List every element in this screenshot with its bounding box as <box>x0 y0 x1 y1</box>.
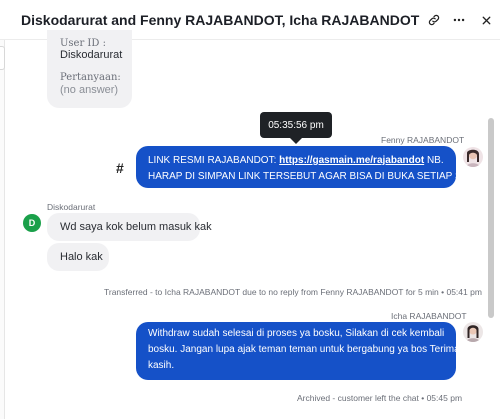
prechat-form-card: User ID : Diskodarurat Pertanyaan: (no a… <box>47 30 132 108</box>
link-icon[interactable] <box>424 10 444 30</box>
message-text: NB. <box>424 155 444 166</box>
tooltip-arrow <box>290 138 302 144</box>
collapse-handle[interactable] <box>0 46 5 70</box>
user-id-label: User ID : <box>60 38 106 49</box>
scrollbar[interactable] <box>482 40 500 419</box>
customer-message-bubble: Wd saya kok belum masuk kak <box>47 213 212 241</box>
system-message-transferred: Transferred - to Icha RAJABANDOT due to … <box>104 287 482 297</box>
user-id-value: Diskodarurat <box>60 49 123 61</box>
message-line: HARAP DI SIMPAN LINK TERSEBUT AGAR BISA … <box>148 171 482 182</box>
message-line: bosku. Jangan lupa ajak teman teman untu… <box>148 344 460 355</box>
agent-avatar <box>463 147 483 167</box>
message-line: kasih. <box>148 360 175 371</box>
agent-message-bubble: Withdraw sudah selesai di proses ya bosk… <box>136 322 460 380</box>
agent-avatar <box>463 322 483 342</box>
agent-message-bubble: LINK RESMI RAJABANDOT: https://gasmain.m… <box>136 146 482 188</box>
close-icon[interactable] <box>476 10 496 30</box>
sender-name: Icha RAJABANDOT <box>391 311 467 321</box>
sender-name: Fenny RAJABANDOT <box>381 135 465 145</box>
question-label: Pertanyaan: <box>60 72 121 83</box>
timestamp-tooltip: 05:35:56 pm <box>260 112 332 138</box>
scrollbar-thumb[interactable] <box>488 118 494 318</box>
system-message-archived: Archived - customer left the chat • 05:4… <box>297 393 463 403</box>
message-link[interactable]: https://gasmain.me/rajabandot <box>279 155 424 166</box>
sender-name: Diskodarurat <box>47 202 96 212</box>
more-horizontal-icon[interactable] <box>449 10 469 30</box>
question-value: (no answer) <box>60 84 119 96</box>
customer-avatar: D <box>23 214 41 232</box>
left-panel-edge <box>0 40 5 419</box>
chat-title: Diskodarurat and Fenny RAJABANDOT, Icha … <box>21 12 420 28</box>
message-line: Withdraw sudah selesai di proses ya bosk… <box>148 328 445 339</box>
message-line: LINK RESMI RAJABANDOT: https://gasmain.m… <box>148 153 444 169</box>
customer-message-bubble: Halo kak <box>47 243 109 271</box>
message-text: LINK RESMI RAJABANDOT: <box>148 155 280 166</box>
hash-marker: # <box>116 160 124 176</box>
